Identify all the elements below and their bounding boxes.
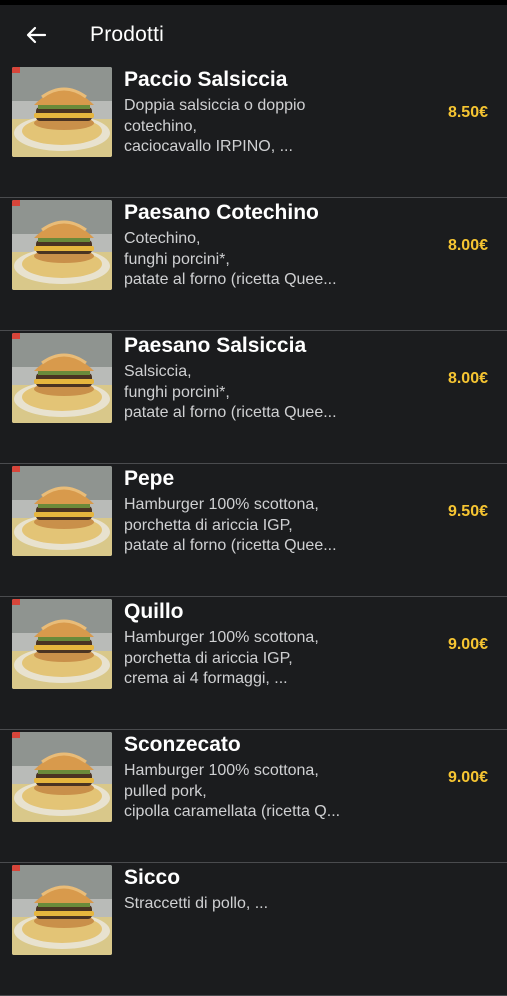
product-text: Paesano Cotechino Cotechino, funghi porci… bbox=[124, 200, 394, 291]
product-description-line: caciocavallo IRPINO, ... bbox=[124, 138, 293, 155]
product-description-line: cotechino, bbox=[124, 117, 197, 135]
product-item[interactable]: Sconzecato Hamburger 100% scottona, pulle… bbox=[0, 730, 507, 863]
product-name: Sicco bbox=[124, 866, 181, 889]
product-item[interactable]: Quillo Hamburger 100% scottona, porchetta… bbox=[0, 597, 507, 730]
product-description-line: funghi porcini*, bbox=[124, 383, 230, 401]
product-item[interactable]: Paesano Cotechino Cotechino, funghi porci… bbox=[0, 198, 507, 331]
product-text: Sicco Straccetti di pollo, ... bbox=[124, 865, 394, 915]
product-description-line: Hamburger 100% scottona, bbox=[124, 496, 319, 513]
product-price: 9.00€ bbox=[447, 769, 488, 786]
product-price: 8.00€ bbox=[447, 237, 488, 254]
product-description-line: porchetta di ariccia IGP, bbox=[124, 516, 293, 534]
arrow-left-icon bbox=[26, 26, 47, 44]
product-list[interactable]: Paccio Salsiccia Doppia salsiccia o dopp… bbox=[0, 65, 507, 996]
product-description: Salsiccia, funghi porcini*, patate al forn… bbox=[124, 362, 394, 424]
product-name: Sconzecato bbox=[124, 733, 241, 756]
product-item[interactable]: Paccio Salsiccia Doppia salsiccia o dopp… bbox=[0, 65, 507, 198]
product-description: Straccetti di pollo, ... bbox=[124, 894, 394, 915]
product-description-line: Straccetti di pollo, ... bbox=[124, 895, 269, 912]
product-name: Quillo bbox=[124, 600, 184, 623]
product-description-line: pulled pork, bbox=[124, 782, 207, 800]
product-text: Pepe Hamburger 100% scottona, porchetta d… bbox=[124, 466, 394, 557]
product-name: Pepe bbox=[124, 467, 175, 490]
product-description: Cotechino, funghi porcini*, patate al forn… bbox=[124, 229, 394, 291]
product-description: Hamburger 100% scottona, porchetta di ari… bbox=[124, 628, 394, 690]
product-description-line: crema ai 4 formaggi, ... bbox=[124, 670, 288, 687]
product-image bbox=[12, 732, 112, 822]
product-text: Paesano Salsiccia Salsiccia, funghi porci… bbox=[124, 333, 394, 424]
product-description-line: cipolla caramellata (ricetta Q... bbox=[124, 803, 341, 820]
page-title: Prodotti bbox=[90, 23, 164, 46]
product-description-line: Hamburger 100% scottona, bbox=[124, 762, 319, 779]
product-price: 9.00€ bbox=[447, 636, 488, 653]
product-text: Paccio Salsiccia Doppia salsiccia o dopp… bbox=[124, 67, 394, 158]
product-description-line: funghi porcini*, bbox=[124, 250, 230, 268]
product-description-line: Salsiccia, bbox=[124, 363, 192, 380]
product-text: Sconzecato Hamburger 100% scottona, pulle… bbox=[124, 732, 394, 823]
product-description-line: porchetta di ariccia IGP, bbox=[124, 649, 293, 667]
product-item[interactable]: Paesano Salsiccia Salsiccia, funghi porci… bbox=[0, 331, 507, 464]
product-description: Hamburger 100% scottona, porchetta di ari… bbox=[124, 495, 394, 557]
product-description-line: patate al forno (ricetta Quee... bbox=[124, 271, 337, 288]
product-price: 9.50€ bbox=[447, 503, 488, 520]
product-description-line: patate al forno (ricetta Quee... bbox=[124, 404, 337, 421]
product-description-line: Doppia salsiccia o doppio bbox=[124, 97, 306, 114]
product-image bbox=[12, 333, 112, 423]
product-image bbox=[12, 599, 112, 689]
product-price: 8.00€ bbox=[447, 370, 488, 387]
product-item[interactable]: Sicco Straccetti di pollo, ... bbox=[0, 863, 507, 996]
product-description-line: patate al forno (ricetta Quee... bbox=[124, 537, 337, 554]
product-image bbox=[12, 466, 112, 556]
product-name: Paccio Salsiccia bbox=[124, 68, 288, 91]
product-image bbox=[12, 865, 112, 955]
app-bar: Prodotti bbox=[0, 5, 507, 65]
product-image bbox=[12, 67, 112, 157]
product-description-line: Hamburger 100% scottona, bbox=[124, 629, 319, 646]
product-image bbox=[12, 200, 112, 290]
back-button[interactable] bbox=[18, 17, 54, 53]
product-description: Hamburger 100% scottona, pulled pork, cipo… bbox=[124, 761, 394, 823]
product-name: Paesano Salsiccia bbox=[124, 334, 307, 357]
product-text: Quillo Hamburger 100% scottona, porchetta… bbox=[124, 599, 394, 690]
product-description-line: Cotechino, bbox=[124, 230, 201, 247]
product-price: 8.50€ bbox=[447, 104, 488, 121]
product-description: Doppia salsiccia o doppio cotechino, cacio… bbox=[124, 96, 394, 158]
product-item[interactable]: Pepe Hamburger 100% scottona, porchetta d… bbox=[0, 464, 507, 597]
product-name: Paesano Cotechino bbox=[124, 201, 319, 224]
